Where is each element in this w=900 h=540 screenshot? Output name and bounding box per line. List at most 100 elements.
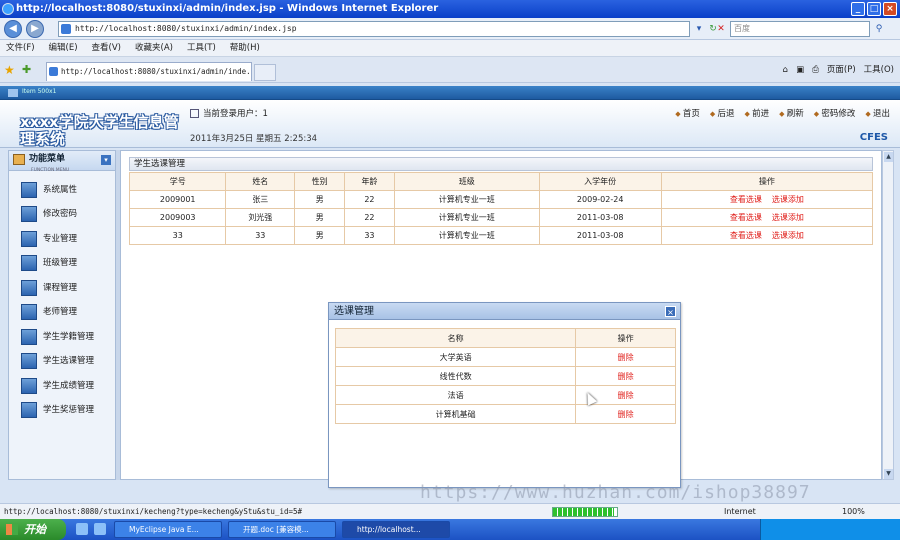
menu-file[interactable]: 文件(F) xyxy=(6,40,35,56)
cell-age: 22 xyxy=(344,190,395,209)
tools-menu[interactable]: 工具(O) xyxy=(864,63,894,77)
sidebar-item-rewards[interactable]: 学生奖惩管理 xyxy=(19,401,115,419)
nav-change-password[interactable]: 密码修改 xyxy=(814,107,855,119)
view-selection-link[interactable]: 查看选课 xyxy=(730,195,762,204)
course-name: 计算机基础 xyxy=(334,404,577,424)
delete-link[interactable]: 删除 xyxy=(618,410,634,419)
zoom-level[interactable]: 100% xyxy=(842,504,865,519)
cell-id: 33 xyxy=(128,226,227,245)
back-arrow-icon[interactable]: ◀ xyxy=(4,20,22,38)
menu-item-icon xyxy=(21,182,37,198)
sidebar-item-teacher[interactable]: 老师管理 xyxy=(19,303,115,321)
taskbar-button-ie[interactable]: http://localhost... xyxy=(342,521,450,538)
menu-edit[interactable]: 编辑(E) xyxy=(49,40,78,56)
taskbar-button-myeclipse[interactable]: MyEclipse Java E... xyxy=(114,521,222,538)
cell-age: 22 xyxy=(344,208,395,227)
cell-gender: 男 xyxy=(294,190,346,209)
new-tab-button[interactable] xyxy=(254,64,276,81)
menu-item-icon xyxy=(21,280,37,296)
quick-launch-icon[interactable] xyxy=(76,523,88,535)
feed-icon[interactable]: ▣ xyxy=(796,63,804,77)
cell-year: 2009-02-24 xyxy=(538,190,662,209)
menu-favorites[interactable]: 收藏夹(A) xyxy=(135,40,173,56)
sidebar-item-selection[interactable]: 学生选课管理 xyxy=(19,352,115,370)
menu-item-icon xyxy=(21,206,37,222)
view-selection-link[interactable]: 查看选课 xyxy=(730,231,762,240)
sidebar-item-system[interactable]: 系统属性 xyxy=(19,181,115,199)
column-header: 性别 xyxy=(294,172,346,191)
nav-forward[interactable]: 前进 xyxy=(745,107,769,119)
search-input[interactable]: 百度 xyxy=(730,21,870,37)
delete-link[interactable]: 删除 xyxy=(618,391,634,400)
sidebar-item-major[interactable]: 专业管理 xyxy=(19,230,115,248)
maximize-button[interactable]: □ xyxy=(867,2,881,16)
dialog-close-icon[interactable]: × xyxy=(665,306,676,317)
column-header: 入学年份 xyxy=(538,172,662,191)
scroll-up-icon[interactable]: ▲ xyxy=(884,152,893,162)
add-selection-link[interactable]: 选课添加 xyxy=(772,213,804,222)
sidebar-item-class[interactable]: 班级管理 xyxy=(19,254,115,272)
close-button[interactable]: × xyxy=(883,2,897,16)
cell-actions: 删除 xyxy=(575,347,676,367)
system-tray xyxy=(760,519,900,540)
sidebar-item-password[interactable]: 修改密码 xyxy=(19,205,115,223)
start-button[interactable]: 开始 xyxy=(0,519,66,540)
home-icon[interactable]: ⌂ xyxy=(783,63,788,77)
security-zone: Internet xyxy=(724,507,756,516)
add-selection-link[interactable]: 选课添加 xyxy=(772,195,804,204)
window-title-bar: http://localhost:8080/stuxinxi/admin/ind… xyxy=(0,0,900,18)
print-icon[interactable]: ⎙ xyxy=(812,63,819,77)
cell-id: 2009001 xyxy=(128,190,227,209)
address-bar-row: ◀ ▶ http://localhost:8080/stuxinxi/admin… xyxy=(0,18,900,40)
course-table: 名称 操作 大学英语 删除 线性代数 删除 法语 删除 计算机基础 删除 xyxy=(334,328,676,424)
cell-name: 刘光强 xyxy=(225,208,296,227)
delete-link[interactable]: 删除 xyxy=(618,372,634,381)
windows-flag-icon xyxy=(6,524,18,535)
menu-item-icon xyxy=(21,329,37,345)
start-label: 开始 xyxy=(24,523,46,536)
quick-launch-icon[interactable] xyxy=(94,523,106,535)
cell-name: 张三 xyxy=(225,190,296,209)
nav-home[interactable]: 首页 xyxy=(675,107,700,119)
cell-class: 计算机专业一班 xyxy=(393,208,540,227)
course-name: 法语 xyxy=(334,385,577,405)
address-input[interactable]: http://localhost:8080/stuxinxi/admin/ind… xyxy=(58,21,690,37)
add-favorite-icon[interactable]: ✚ xyxy=(22,63,31,76)
search-icon[interactable]: ⚲ xyxy=(872,21,886,37)
view-selection-link[interactable]: 查看选课 xyxy=(730,213,762,222)
delete-link[interactable]: 删除 xyxy=(618,353,634,362)
favorites-star-icon[interactable]: ★ xyxy=(4,63,15,77)
sidebar-item-status[interactable]: 学生学籍管理 xyxy=(19,328,115,346)
nav-refresh[interactable]: 刷新 xyxy=(779,107,804,119)
loading-progress xyxy=(552,507,618,517)
sidebar-item-grades[interactable]: 学生成绩管理 xyxy=(19,377,115,395)
menu-view[interactable]: 查看(V) xyxy=(92,40,121,56)
scroll-down-icon[interactable]: ▼ xyxy=(884,469,893,479)
nav-logout[interactable]: 退出 xyxy=(865,107,890,119)
cell-year: 2011-03-08 xyxy=(538,208,662,227)
user-icon xyxy=(190,109,199,118)
stop-icon[interactable]: ✕ xyxy=(714,21,728,37)
minimize-button[interactable]: _ xyxy=(851,2,865,16)
collapse-icon[interactable]: ▾ xyxy=(101,155,111,165)
taskbar-button-doc[interactable]: 开题.doc [兼容模... xyxy=(228,521,336,538)
cell-gender: 男 xyxy=(294,208,346,227)
watermark: https://www.huzhan.com/ishop38897 xyxy=(420,482,811,503)
table-row: 法语 删除 xyxy=(334,385,676,405)
sidebar-header: 功能菜单 FUNCTION MENU ▾ xyxy=(9,151,115,173)
menu-help[interactable]: 帮助(H) xyxy=(230,40,260,56)
panel-title: 学生选课管理 xyxy=(129,157,873,171)
sidebar-item-label: 老师管理 xyxy=(43,307,78,317)
main-scrollbar[interactable]: ▲ ▼ xyxy=(882,150,894,480)
sidebar-item-course[interactable]: 课程管理 xyxy=(19,279,115,297)
add-selection-link[interactable]: 选课添加 xyxy=(772,231,804,240)
nav-back[interactable]: 后退 xyxy=(710,107,734,119)
dropdown-arrow-icon[interactable]: ▾ xyxy=(692,21,706,37)
page-menu[interactable]: 页面(P) xyxy=(827,63,856,77)
sidebar: 功能菜单 FUNCTION MENU ▾ 系统属性 修改密码 专业管理 班级管理… xyxy=(8,150,116,480)
browser-tab[interactable]: http://localhost:8080/stuxinxi/admin/ind… xyxy=(46,62,252,81)
forward-arrow-icon[interactable]: ▶ xyxy=(26,20,44,38)
cell-actions: 查看选课 选课添加 xyxy=(660,208,874,227)
menu-tools[interactable]: 工具(T) xyxy=(187,40,216,56)
sidebar-item-label: 修改密码 xyxy=(43,209,78,219)
